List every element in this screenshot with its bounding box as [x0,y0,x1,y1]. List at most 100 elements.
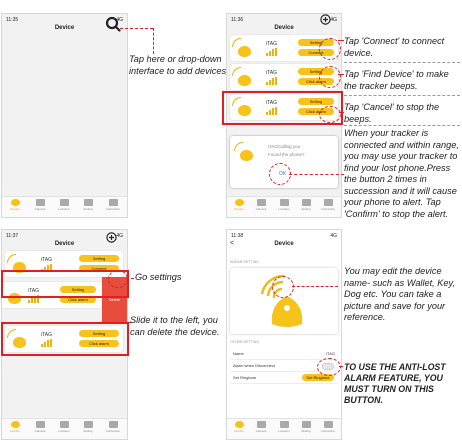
row-label: Name [233,351,244,356]
tab-device[interactable]: Device [4,421,26,433]
signal-bars-icon [266,77,278,85]
tab-label: Setting [83,429,93,433]
camera-tab-icon [35,421,45,428]
status-signal: 4G [330,17,337,23]
highlight-box [1,322,129,356]
dialog-message: Found the phone? [268,152,305,157]
section-label: ANKAR SETTING [230,260,259,264]
tab-label: Instruction [106,429,120,433]
tab-setting[interactable]: Setting [77,199,99,211]
wifi-icon [234,142,243,151]
tab-camera[interactable]: Camera [250,421,272,433]
setting-button[interactable]: Setting [79,255,119,262]
note-cancel: Tap 'Cancel' to stop the beeps. [344,102,440,124]
status-time: 11:37 [6,233,19,239]
map-tab-icon [279,199,289,206]
note-connect: Tap 'Connect' to connect device. [344,36,445,58]
add-icon[interactable] [320,14,331,25]
phone-screen-4: 11:38 4G < Device ANKAR SETTING OTHER SE… [226,229,342,440]
tab-label: Location [278,207,290,211]
note-anti-lost: TO USE THE ANTI-LOST ALARM FEATURE, YOU … [344,362,446,405]
settings-tab-icon [83,421,93,428]
tab-label: Camera [255,207,267,211]
tab-label: Setting [301,429,311,433]
highlight-circle [317,358,341,376]
tab-instruction[interactable]: Instruction [317,199,339,211]
instruction-tab-icon [323,199,333,206]
settings-tab-icon [301,199,311,206]
section-label: OTHER SETTING [230,340,260,344]
highlight-circle [319,66,341,88]
tab-bar: Device Camera Location Setting Instructi… [227,196,341,217]
map-tab-icon [279,421,289,428]
tab-instruction[interactable]: Instruction [317,421,339,433]
tab-label: Device [234,207,244,211]
status-signal: 4G [330,233,337,239]
device-name: iTAG [41,257,53,263]
tab-location[interactable]: Location [273,199,295,211]
note-find-device: Tap 'Find Device' to make the tracker be… [344,69,449,91]
tab-device[interactable]: Device [228,199,250,211]
tab-instruction[interactable]: Instruction [102,421,124,433]
callout-line [120,28,153,29]
highlight-circle [319,106,341,123]
tab-label: Camera [34,429,46,433]
tab-instruction[interactable]: Instruction [102,199,124,211]
settings-tab-icon [301,421,311,428]
callout-line [339,366,343,367]
status-time: 11:35 [6,17,19,23]
tab-location[interactable]: Location [273,421,295,433]
add-icon[interactable] [106,232,117,243]
highlight-circle [272,276,294,298]
divider [344,125,460,126]
camera-tab-icon [256,199,266,206]
row-label: Set Ringtone [233,375,257,380]
status-bar: 11:38 4G [227,230,341,240]
tab-camera[interactable]: Camera [29,199,51,211]
note-find-phone: When your tracker is connected and withi… [344,128,459,219]
tracker-icon [240,150,253,161]
device-name: iTAG [266,70,278,76]
device-tab-icon [234,421,244,428]
tab-location[interactable]: Location [53,199,75,211]
tab-label: Setting [83,207,93,211]
tab-label: Camera [34,207,46,211]
highlight-circle [108,270,128,288]
device-tab-icon [10,421,20,428]
settings-tab-icon [83,199,93,206]
row-value: iTAG [326,351,335,356]
tab-label: Device [10,429,20,433]
tab-label: Device [10,207,20,211]
callout-line [289,174,344,175]
tab-location[interactable]: Location [53,421,75,433]
tab-device[interactable]: Device [4,199,26,211]
tracker-icon [238,46,251,57]
callout-line [153,28,154,54]
instruction-tab-icon [323,421,333,428]
map-tab-icon [59,199,69,206]
device-tab-icon [234,199,244,206]
tab-bar: Device Camera Location Setting Instructi… [2,196,127,217]
wifi-icon [232,67,241,76]
callout-line [292,286,338,287]
highlight-circle [319,38,341,60]
tab-label: Instruction [321,207,335,211]
tab-setting[interactable]: Setting [295,421,317,433]
device-name: iTAG [266,41,278,47]
add-device-search-icon[interactable] [105,16,121,32]
tab-label: Device [234,429,244,433]
tab-setting[interactable]: Setting [295,199,317,211]
tab-label: Camera [255,429,267,433]
dialog-message: iTAGCalling you [268,144,301,149]
tab-label: Location [278,429,290,433]
status-time: 11:38 [231,233,244,239]
note-edit-device: You may edit the device name- such as Wa… [344,266,455,322]
tab-label: Location [58,429,70,433]
tab-device[interactable]: Device [228,421,250,433]
highlight-circle [269,163,291,185]
tracker-icon [238,75,251,86]
tab-camera[interactable]: Camera [250,199,272,211]
camera-tab-icon [35,199,45,206]
tab-setting[interactable]: Setting [77,421,99,433]
tab-camera[interactable]: Camera [29,421,51,433]
